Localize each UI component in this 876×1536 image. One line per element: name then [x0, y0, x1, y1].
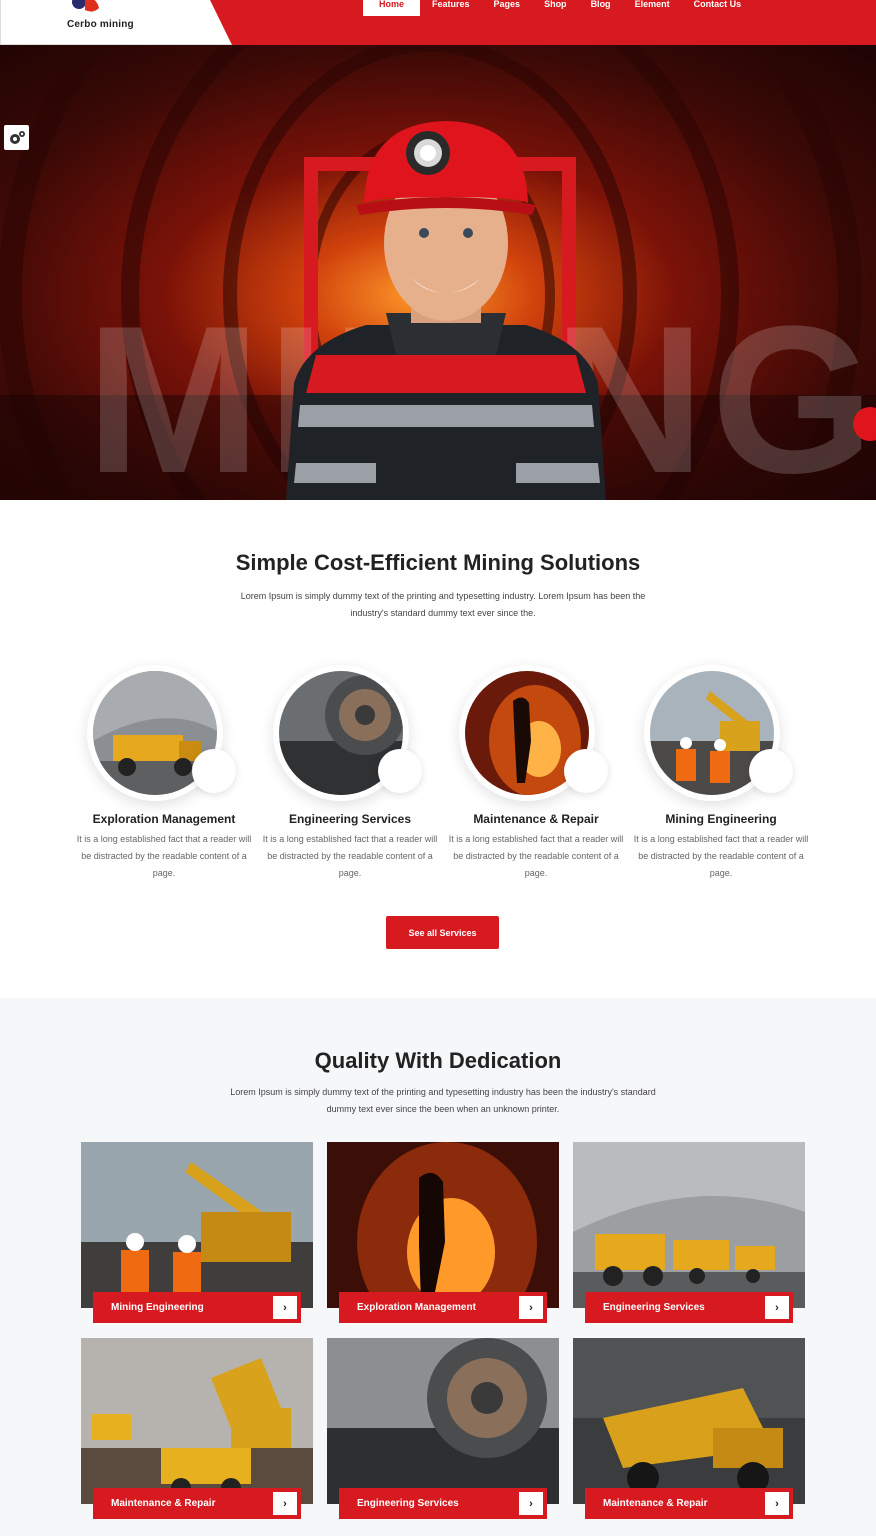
truck-convoy-photo [573, 1142, 805, 1308]
solutions-title: Simple Cost-Efficient Mining Solutions [235, 550, 641, 575]
chevron-right-icon[interactable]: › [519, 1296, 543, 1319]
service-text: It is a long established fact that a rea… [448, 834, 624, 878]
engineers-photo [81, 1142, 313, 1308]
service-bubble [378, 749, 422, 793]
excavator-photo [81, 1338, 313, 1504]
logo-icon [72, 0, 99, 12]
service-title: Mining Engineering [665, 812, 777, 826]
card-image [573, 1142, 805, 1308]
service-bubble [564, 749, 608, 793]
card-label[interactable]: Maintenance & Repair › [93, 1488, 301, 1519]
nav-shop[interactable]: Shop [532, 0, 579, 16]
main-nav: Home Features Pages Shop Blog Element Co… [363, 0, 753, 16]
card-image [81, 1142, 313, 1308]
nav-element[interactable]: Element [623, 0, 682, 16]
miner-illustration [286, 121, 606, 500]
card-label-text: Maintenance & Repair [111, 1498, 216, 1509]
service-title: Exploration Management [92, 812, 236, 826]
quality-title: Quality With Dedication [314, 1048, 562, 1073]
nav-blog[interactable]: Blog [579, 0, 623, 16]
solutions-section: Simple Cost-Efficient Mining Solutions L… [0, 500, 876, 998]
chevron-right-icon[interactable]: › [765, 1492, 789, 1515]
project-card[interactable]: Exploration Management › [327, 1142, 559, 1323]
chevron-right-icon[interactable]: › [273, 1492, 297, 1515]
card-label[interactable]: Exploration Management › [339, 1292, 547, 1323]
logo[interactable]: Cerbo mining [0, 0, 232, 45]
card-image [573, 1338, 805, 1504]
project-card[interactable]: Maintenance & Repair › [81, 1338, 313, 1519]
card-label-text: Mining Engineering [111, 1302, 204, 1313]
card-label[interactable]: Mining Engineering › [93, 1292, 301, 1323]
chevron-right-icon[interactable]: › [273, 1296, 297, 1319]
service-title: Maintenance & Repair [473, 812, 599, 826]
service-text: It is a long established fact that a rea… [76, 834, 252, 878]
project-card[interactable]: Engineering Services › [327, 1338, 559, 1519]
card-label[interactable]: Engineering Services › [585, 1292, 793, 1323]
card-image [81, 1338, 313, 1504]
haul-truck-photo [573, 1338, 805, 1504]
card-label-text: Engineering Services [357, 1498, 459, 1509]
chevron-right-icon[interactable]: › [765, 1296, 789, 1319]
see-all-services-button[interactable]: See all Services [386, 916, 499, 949]
project-card[interactable]: Maintenance & Repair › [573, 1338, 805, 1519]
bucket-wheel-photo [327, 1338, 559, 1504]
site-header: Cerbo mining Home Features Pages Shop Bl… [0, 0, 876, 45]
card-image [327, 1338, 559, 1504]
nav-pages[interactable]: Pages [482, 0, 533, 16]
service-title: Engineering Services [288, 812, 412, 826]
service-bubble [192, 749, 236, 793]
card-label[interactable]: Maintenance & Repair › [585, 1488, 793, 1519]
service-text: It is a long established fact that a rea… [262, 834, 438, 878]
gear-icon [9, 130, 25, 144]
card-label-text: Exploration Management [357, 1302, 476, 1313]
project-card[interactable]: Mining Engineering › [81, 1142, 313, 1323]
card-label[interactable]: Engineering Services › [339, 1488, 547, 1519]
tunnel-photo [327, 1142, 559, 1308]
settings-toggle[interactable] [4, 125, 29, 150]
hero-banner: MINING. [0, 45, 876, 500]
nav-home[interactable]: Home [363, 0, 420, 16]
chevron-right-icon[interactable]: › [519, 1492, 543, 1515]
service-bubble [749, 749, 793, 793]
card-image [327, 1142, 559, 1308]
solutions-description: Lorem Ipsum is simply dummy text of the … [240, 591, 646, 618]
project-card[interactable]: Engineering Services › [573, 1142, 805, 1323]
card-label-text: Engineering Services [603, 1302, 705, 1313]
nav-features[interactable]: Features [420, 0, 482, 16]
logo-text: Cerbo mining [67, 19, 134, 30]
quality-description: Lorem Ipsum is simply dummy text of the … [230, 1087, 656, 1114]
service-text: It is a long established fact that a rea… [633, 834, 809, 878]
quality-section: Quality With Dedication Lorem Ipsum is s… [0, 998, 876, 1536]
card-label-text: Maintenance & Repair [603, 1498, 708, 1509]
nav-contact[interactable]: Contact Us [682, 0, 754, 16]
